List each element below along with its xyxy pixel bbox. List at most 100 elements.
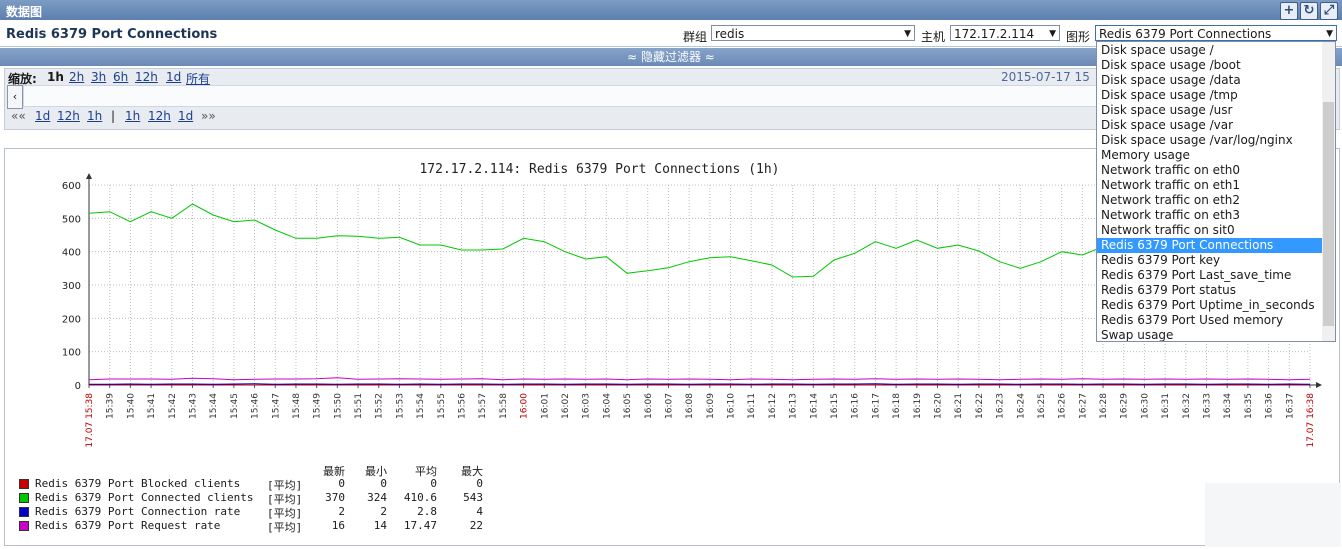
dropdown-option[interactable]: Disk space usage /var: [1097, 118, 1323, 133]
zoom-2h[interactable]: 2h: [69, 70, 84, 84]
dropdown-option[interactable]: Disk space usage /var/log/nginx: [1097, 133, 1323, 148]
fullscreen-icon[interactable]: ⤢: [1320, 2, 1338, 20]
refresh-icon[interactable]: ↻: [1300, 2, 1318, 20]
graph-select-dropdown[interactable]: Disk space usage / Disk space usage /boot…: [1096, 41, 1336, 342]
x-tick-label: 16:11: [747, 393, 757, 419]
zoom-1h[interactable]: 1h: [47, 70, 64, 84]
x-tick-label: 15:42: [168, 393, 178, 419]
nav-back-1h[interactable]: 1h: [87, 109, 102, 123]
chevron-left-icon: ‹: [12, 90, 18, 103]
dropdown-option[interactable]: Redis 6379 Port key: [1097, 253, 1323, 268]
x-tick-label: 16:22: [975, 393, 985, 419]
y-tick-label: 500: [62, 214, 81, 225]
legend-series-name: Redis 6379 Port Connected clients: [35, 491, 254, 504]
x-tick-label: 16:00: [520, 393, 530, 419]
x-tick-label: 15:48: [292, 393, 302, 419]
chart-title: 172.17.2.114: Redis 6379 Port Connection…: [419, 162, 779, 177]
nav-back-12h[interactable]: 12h: [57, 109, 80, 123]
x-tick-label: 15:49: [313, 393, 323, 419]
x-tick-label: 16:28: [1099, 393, 1109, 419]
legend-min: 14: [373, 519, 387, 532]
dropdown-option[interactable]: Disk space usage /data: [1097, 73, 1323, 88]
dropdown-option[interactable]: Memory usage: [1097, 148, 1323, 163]
series-line: [89, 383, 1311, 385]
dropdown-option[interactable]: Swap usage: [1097, 328, 1323, 341]
x-tick-label: 16:33: [1203, 393, 1213, 419]
legend-last: 2: [338, 505, 345, 518]
host-select[interactable]: 172.17.2.114 ▼: [950, 25, 1060, 41]
legend-series-name: Redis 6379 Port Request rate: [35, 519, 221, 532]
timeline-scroll-left-button[interactable]: ‹: [7, 85, 23, 109]
legend-last: 0: [338, 477, 345, 490]
dropdown-option[interactable]: Network traffic on eth0: [1097, 163, 1323, 178]
chevron-down-icon: ▼: [904, 29, 911, 39]
x-tick-label: 16:30: [1140, 393, 1150, 419]
x-tick-label: 16:37: [1285, 393, 1295, 419]
nav-back-all[interactable]: ««: [11, 109, 26, 123]
dropdown-option[interactable]: Network traffic on eth1: [1097, 178, 1323, 193]
x-tick-label: 16:25: [1037, 393, 1047, 419]
x-tick-label: 15:44: [209, 393, 219, 419]
dropdown-scrollbar-thumb[interactable]: [1323, 102, 1334, 326]
nav-back-1d[interactable]: 1d: [35, 109, 50, 123]
x-tick-label: 16:15: [830, 393, 840, 419]
x-tick-label: 16:09: [706, 393, 716, 419]
dropdown-option[interactable]: Disk space usage /tmp: [1097, 88, 1323, 103]
legend-color-swatch: [19, 521, 29, 531]
x-tick-label: 15:54: [416, 393, 426, 419]
x-tick-label: 15:46: [251, 393, 261, 419]
nav-fwd-1d[interactable]: 1d: [178, 109, 193, 123]
zoom-12h[interactable]: 12h: [135, 70, 158, 84]
legend-avg: 17.47: [403, 519, 437, 532]
period-date: 2015-07-17 15: [1001, 70, 1090, 84]
dropdown-option[interactable]: Disk space usage /usr: [1097, 103, 1323, 118]
x-tick-label: 15:58: [499, 393, 509, 419]
add-to-favorites-icon[interactable]: +: [1280, 2, 1298, 20]
nav-fwd-1h[interactable]: 1h: [125, 109, 140, 123]
legend-color-swatch: [19, 507, 29, 517]
legend-max: 0: [476, 477, 483, 490]
x-tick-label: 16:18: [892, 393, 902, 419]
legend-max: 22: [469, 519, 483, 532]
window-title-bar: 数据图 + ↻ ⤢: [0, 0, 1342, 20]
x-tick-label: 16:34: [1223, 393, 1233, 419]
y-tick-label: 100: [62, 348, 81, 359]
x-tick-label: 15:52: [375, 393, 385, 419]
dropdown-option[interactable]: Redis 6379 Port Connections: [1097, 238, 1323, 253]
x-tick-label: 16:36: [1265, 393, 1275, 419]
group-select[interactable]: redis ▼: [711, 25, 915, 41]
x-tick-label: 15:57: [478, 393, 488, 419]
nav-fwd-12h[interactable]: 12h: [148, 109, 171, 123]
y-tick-label: 400: [62, 248, 81, 259]
dropdown-option[interactable]: Network traffic on sit0: [1097, 223, 1323, 238]
x-axis-arrow: [1316, 382, 1322, 388]
chevron-down-icon: ▼: [1326, 29, 1333, 39]
legend-avg: 2.8: [417, 505, 437, 518]
filter-toggle-label: ≈ 隐藏过滤器 ≈: [627, 50, 715, 64]
group-select-value: redis: [715, 27, 745, 41]
zoom-1d[interactable]: 1d: [166, 70, 181, 84]
legend-rows: Redis 6379 Port Blocked clients [平均] 0 0 0 0 R…: [19, 477, 499, 534]
x-tick-label: 15:43: [188, 393, 198, 419]
zoom-3h[interactable]: 3h: [91, 70, 106, 84]
dropdown-option[interactable]: Redis 6379 Port Last_save_time: [1097, 268, 1323, 283]
dropdown-option[interactable]: Disk space usage /boot: [1097, 58, 1323, 73]
x-tick-label: 15:50: [333, 393, 343, 419]
x-tick-label: 16:07: [664, 393, 674, 419]
dropdown-option[interactable]: Redis 6379 Port Used memory: [1097, 313, 1323, 328]
graph-select-value: Redis 6379 Port Connections: [1099, 27, 1272, 41]
x-tick-label: 15:39: [106, 393, 116, 419]
legend-color-swatch: [19, 479, 29, 489]
dropdown-option[interactable]: Redis 6379 Port status: [1097, 283, 1323, 298]
y-axis-arrow: [86, 173, 92, 179]
zoom-6h[interactable]: 6h: [113, 70, 128, 84]
dropdown-option[interactable]: Network traffic on eth2: [1097, 193, 1323, 208]
dropdown-option[interactable]: Redis 6379 Port Uptime_in_seconds: [1097, 298, 1323, 313]
y-tick-label: 0: [75, 381, 81, 392]
x-tick-label: 16:24: [1016, 393, 1026, 419]
graph-select[interactable]: Redis 6379 Port Connections ▼: [1095, 25, 1337, 41]
dropdown-option[interactable]: Network traffic on eth3: [1097, 208, 1323, 223]
x-tick-label: 16:06: [644, 393, 654, 419]
nav-fwd-all[interactable]: »»: [201, 109, 216, 123]
dropdown-option[interactable]: Disk space usage /: [1097, 43, 1323, 58]
